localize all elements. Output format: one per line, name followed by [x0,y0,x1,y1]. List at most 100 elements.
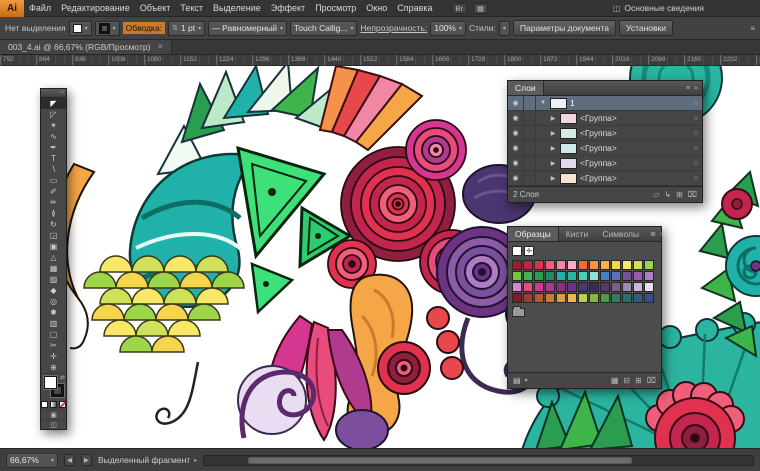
lock-toggle[interactable] [527,156,536,170]
fill-stroke-control[interactable]: ⇄ [41,373,66,399]
color-swatch[interactable] [589,260,599,270]
tools-panel-header[interactable]: « [41,89,66,98]
opacity-panel-link[interactable]: Непрозрачность: [360,23,427,33]
next-artboard-button[interactable]: ▶ [81,454,92,466]
zoom-level-select[interactable]: 66,67% ▾ [6,452,58,468]
collapse-icon[interactable]: « [694,85,698,92]
color-swatch[interactable] [578,271,588,281]
expand-arrow-icon[interactable]: ▶ [549,130,557,137]
color-swatch[interactable] [578,293,588,303]
type-tool[interactable]: T [41,153,66,164]
slice-tool[interactable]: ✂ [41,340,66,351]
color-swatch[interactable] [523,271,533,281]
tab-layers[interactable]: Слои [508,81,544,95]
delete-swatch-icon[interactable]: ⌧ [647,376,656,385]
color-swatch[interactable] [611,293,621,303]
lasso-tool[interactable]: ∿ [41,131,66,142]
color-swatch[interactable] [512,260,522,270]
layer-name[interactable]: <Группа> [580,113,691,123]
new-layer-icon[interactable]: ⊞ [676,190,683,199]
menu-item[interactable]: Просмотр [310,3,361,13]
color-group-folder-icon[interactable] [512,306,525,317]
swatch-libraries-icon[interactable]: ▤ [513,376,521,385]
color-swatch[interactable] [534,282,544,292]
color-swatch[interactable] [534,260,544,270]
color-swatch[interactable] [589,293,599,303]
visibility-eye-icon[interactable]: ◉ [508,111,524,125]
shape-builder-tool[interactable]: ▣ [41,241,66,252]
color-swatch[interactable] [567,260,577,270]
workspace-switcher[interactable]: ◫ Основные сведения [613,3,704,13]
visibility-eye-icon[interactable]: ◉ [508,171,524,185]
document-setup-button[interactable]: Параметры документа [512,20,616,36]
panel-tab[interactable]: Образцы [508,227,559,241]
color-swatch[interactable] [567,282,577,292]
color-swatch[interactable] [556,282,566,292]
artboard-tool[interactable]: ▢ [41,329,66,340]
layer-name[interactable]: 1 [570,98,691,108]
selection-tool[interactable]: ◤ [41,98,66,109]
new-sublayer-icon[interactable]: ↳ [664,190,671,199]
gradient-tool[interactable]: ▨ [41,274,66,285]
fill-swatch[interactable] [44,376,57,389]
color-swatch[interactable] [578,282,588,292]
color-swatch[interactable] [633,293,643,303]
color-swatch[interactable] [556,271,566,281]
width-tool[interactable]: ≬ [41,208,66,219]
color-swatch[interactable] [644,271,654,281]
target-circle-icon[interactable]: ○ [694,130,698,137]
layer-name[interactable]: <Группа> [580,158,691,168]
color-swatch[interactable] [545,260,555,270]
color-swatch[interactable] [556,260,566,270]
color-swatch[interactable] [600,282,610,292]
gradient-mode-button[interactable] [50,400,57,408]
layer-name[interactable]: <Группа> [580,143,691,153]
expand-arrow-icon[interactable]: ▶ [549,145,557,152]
stroke-color-picker[interactable]: ▾ [94,20,120,36]
make-mask-icon[interactable]: ▱ [653,190,659,199]
expand-arrow-icon[interactable]: ▼ [539,100,547,106]
visibility-eye-icon[interactable]: ◉ [508,96,524,110]
color-swatch[interactable] [644,260,654,270]
visibility-eye-icon[interactable]: ◉ [508,141,524,155]
bridge-button[interactable]: Br [451,2,468,14]
document-tab[interactable]: 003_4.ai @ 66,67% (RGB/Просмотр) ✕ [0,40,173,54]
color-swatch[interactable] [545,293,555,303]
menu-item[interactable]: Объект [135,3,176,13]
symbol-sprayer-tool[interactable]: ✱ [41,307,66,318]
color-swatch[interactable] [611,271,621,281]
layer-row[interactable]: ◉ ▶ <Группа> ○ [508,111,702,126]
fill-color-picker[interactable]: ▾ [68,20,92,36]
prev-artboard-button[interactable]: ◀ [64,454,75,466]
close-icon[interactable]: ✕ [157,43,163,51]
eyedropper-tool[interactable]: ◆ [41,285,66,296]
menu-item[interactable]: Редактирование [56,3,135,13]
color-swatch[interactable] [589,271,599,281]
target-circle-icon[interactable]: ○ [694,100,698,107]
swatch-kinds-icon[interactable]: ▦ [611,376,619,385]
color-swatch[interactable] [512,282,522,292]
collapse-icon[interactable]: « [660,231,664,238]
zoom-tool[interactable]: ⊕ [41,362,66,373]
scrollbar-thumb[interactable] [248,456,633,464]
drawing-mode-button[interactable]: ▣ [41,409,66,419]
menu-item[interactable]: Справка [392,3,437,13]
white-swatch[interactable] [512,246,522,256]
color-swatch[interactable] [534,293,544,303]
layer-row[interactable]: ◉ ▶ <Группа> ○ [508,156,702,171]
lock-toggle[interactable] [527,141,536,155]
perspective-grid-tool[interactable]: △ [41,252,66,263]
color-swatch[interactable] [600,293,610,303]
color-swatch[interactable] [545,271,555,281]
expand-arrow-icon[interactable]: ▶ [549,115,557,122]
mesh-tool[interactable]: ▦ [41,263,66,274]
color-mode-button[interactable] [41,400,48,408]
new-swatch-icon[interactable]: ⊞ [635,376,642,385]
target-circle-icon[interactable]: ○ [694,160,698,167]
column-graph-tool[interactable]: ▥ [41,318,66,329]
panel-tab[interactable]: Символы [595,227,646,241]
opacity-select[interactable]: 100% ▾ [430,20,466,36]
color-swatch[interactable] [567,293,577,303]
menu-item[interactable]: Файл [24,3,56,13]
list-view-icon[interactable]: ≣ [650,230,656,238]
